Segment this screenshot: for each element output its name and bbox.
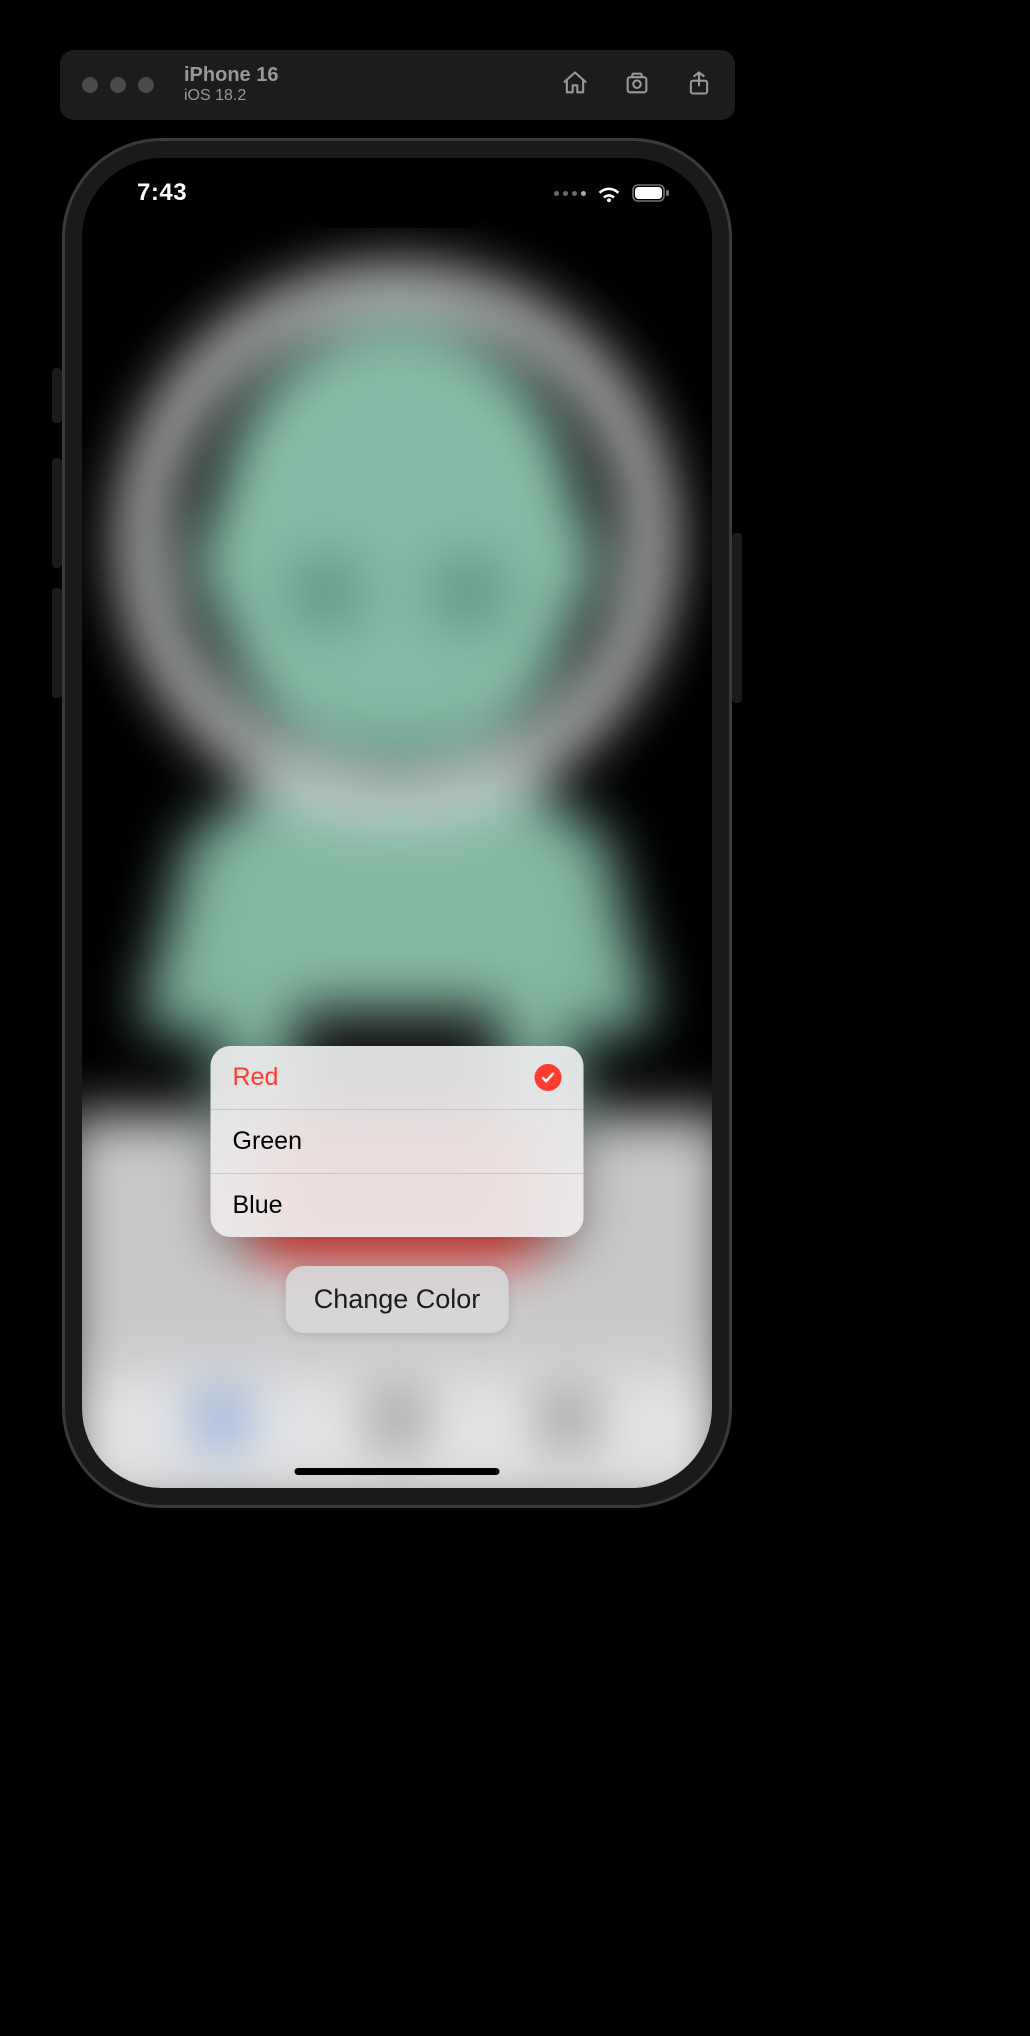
change-color-button[interactable]: Change Color: [286, 1266, 509, 1333]
menu-item-green[interactable]: Green: [211, 1110, 584, 1174]
checkmark-icon: [535, 1064, 562, 1091]
tab-item-1[interactable]: [201, 1396, 241, 1443]
menu-item-blue[interactable]: Blue: [211, 1174, 584, 1237]
menu-item-red[interactable]: Red: [211, 1046, 584, 1110]
status-time: 7:43: [137, 179, 187, 207]
cellular-icon: [554, 191, 586, 196]
traffic-close[interactable]: [82, 77, 98, 93]
menu-item-label: Red: [233, 1063, 279, 1092]
tab-item-3[interactable]: [548, 1396, 588, 1443]
color-menu-popover: Red Green Blue: [211, 1046, 584, 1237]
dynamic-island: [307, 178, 487, 228]
share-icon[interactable]: [685, 69, 713, 102]
home-indicator[interactable]: [295, 1468, 500, 1475]
side-button-power: [732, 533, 742, 703]
menu-item-label: Blue: [233, 1191, 283, 1220]
side-button-silence: [52, 368, 62, 423]
simulator-title: iPhone 16 iOS 18.2: [184, 64, 278, 105]
device-screen: 7:43: [82, 158, 712, 1488]
traffic-zoom[interactable]: [138, 77, 154, 93]
side-button-vol-down: [52, 588, 62, 698]
battery-icon: [632, 184, 670, 202]
wifi-icon: [596, 183, 622, 203]
simulator-device-label: iPhone 16: [184, 64, 278, 87]
simulator-titlebar: iPhone 16 iOS 18.2: [60, 50, 735, 120]
device-frame: 7:43: [62, 138, 732, 1508]
astronaut-helmet-ring: [121, 267, 672, 818]
tab-item-2[interactable]: [377, 1396, 417, 1443]
screenshot-icon[interactable]: [623, 69, 651, 102]
button-label: Change Color: [314, 1284, 481, 1314]
side-button-vol-up: [52, 458, 62, 568]
simulator-os-label: iOS 18.2: [184, 87, 278, 105]
traffic-minimize[interactable]: [110, 77, 126, 93]
menu-item-label: Green: [233, 1127, 302, 1156]
window-traffic-lights[interactable]: [82, 77, 154, 93]
home-icon[interactable]: [561, 69, 589, 102]
